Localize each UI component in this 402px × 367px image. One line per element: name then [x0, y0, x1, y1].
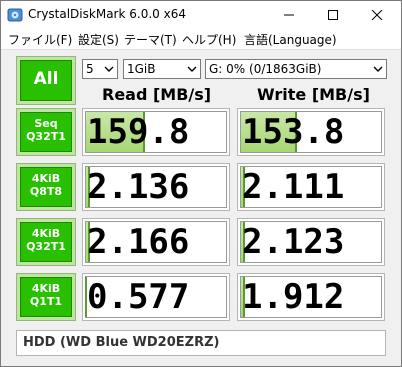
test-label-line2: Q8T8 — [29, 185, 63, 198]
menu-help[interactable]: ヘルプ(H) — [182, 31, 236, 48]
minimize-button[interactable] — [267, 1, 311, 29]
write-result: 1.912 — [237, 273, 385, 321]
drive-select[interactable]: G: 0% (0/1863GiB) — [205, 59, 387, 79]
read-result: 0.577 — [82, 273, 230, 321]
window-title: CrystalDiskMark 6.0.0 x64 — [28, 7, 186, 21]
drive-value: G: 0% (0/1863GiB) — [209, 62, 322, 76]
read-value: 159.8 — [87, 112, 190, 152]
minimize-icon — [284, 14, 294, 16]
4kib-q8t8-button[interactable]: 4KiB Q8T8 — [16, 163, 76, 211]
read-value: 2.166 — [87, 222, 190, 262]
4kib-q1t1-button[interactable]: 4KiB Q1T1 — [16, 273, 76, 321]
test-count-select[interactable]: 5 — [82, 59, 118, 79]
write-result: 2.111 — [237, 163, 385, 211]
write-value: 1.912 — [242, 277, 345, 317]
chevron-down-icon — [104, 66, 114, 72]
seq-q32t1-button[interactable]: Seq Q32T1 — [16, 108, 76, 156]
read-result: 2.136 — [82, 163, 230, 211]
close-icon — [371, 10, 383, 20]
read-result: 159.8 — [82, 108, 230, 156]
chevron-down-icon — [187, 66, 197, 72]
comment-text: HDD (WD Blue WD20EZRZ) — [23, 335, 220, 350]
write-header: Write [MB/s] — [257, 85, 370, 104]
test-label-line2: Q32T1 — [26, 240, 66, 253]
write-result: 153.8 — [237, 108, 385, 156]
test-label-line1: Seq — [34, 117, 58, 130]
all-button[interactable]: All — [16, 56, 76, 105]
read-result: 2.166 — [82, 218, 230, 266]
test-label-line2: Q1T1 — [29, 295, 63, 308]
test-count-value: 5 — [86, 62, 94, 76]
read-header: Read [MB/s] — [102, 85, 212, 104]
title-bar[interactable]: CrystalDiskMark 6.0.0 x64 — [1, 1, 401, 29]
write-value: 153.8 — [242, 112, 345, 152]
write-value: 2.123 — [242, 222, 345, 262]
menu-bar: ファイル(F) 設定(S) テーマ(T) ヘルプ(H) 言語(Language) — [1, 29, 401, 50]
comment-field[interactable]: HDD (WD Blue WD20EZRZ) — [16, 330, 386, 356]
all-button-label: All — [33, 69, 59, 89]
crystaldiskmark-app-icon — [7, 8, 23, 22]
test-size-select[interactable]: 1GiB — [123, 59, 201, 79]
read-value: 0.577 — [87, 277, 190, 317]
test-size-value: 1GiB — [127, 62, 156, 76]
menu-settings[interactable]: 設定(S) — [78, 31, 119, 48]
test-label-line1: 4KiB — [31, 282, 61, 295]
close-button[interactable] — [355, 1, 399, 29]
read-value: 2.136 — [87, 167, 190, 207]
maximize-button[interactable] — [311, 1, 355, 29]
menu-file[interactable]: ファイル(F) — [8, 31, 72, 48]
write-result: 2.123 — [237, 218, 385, 266]
menu-theme[interactable]: テーマ(T) — [124, 31, 177, 48]
test-label-line1: 4KiB — [31, 227, 61, 240]
test-label-line2: Q32T1 — [26, 130, 66, 143]
maximize-icon — [328, 10, 338, 20]
4kib-q32t1-button[interactable]: 4KiB Q32T1 — [16, 218, 76, 266]
test-label-line1: 4KiB — [31, 172, 61, 185]
write-value: 2.111 — [242, 167, 345, 207]
chevron-down-icon — [373, 66, 383, 72]
menu-language[interactable]: 言語(Language) — [244, 31, 337, 48]
app-window: CrystalDiskMark 6.0.0 x64 ファイル(F) 設定(S) … — [0, 0, 402, 367]
